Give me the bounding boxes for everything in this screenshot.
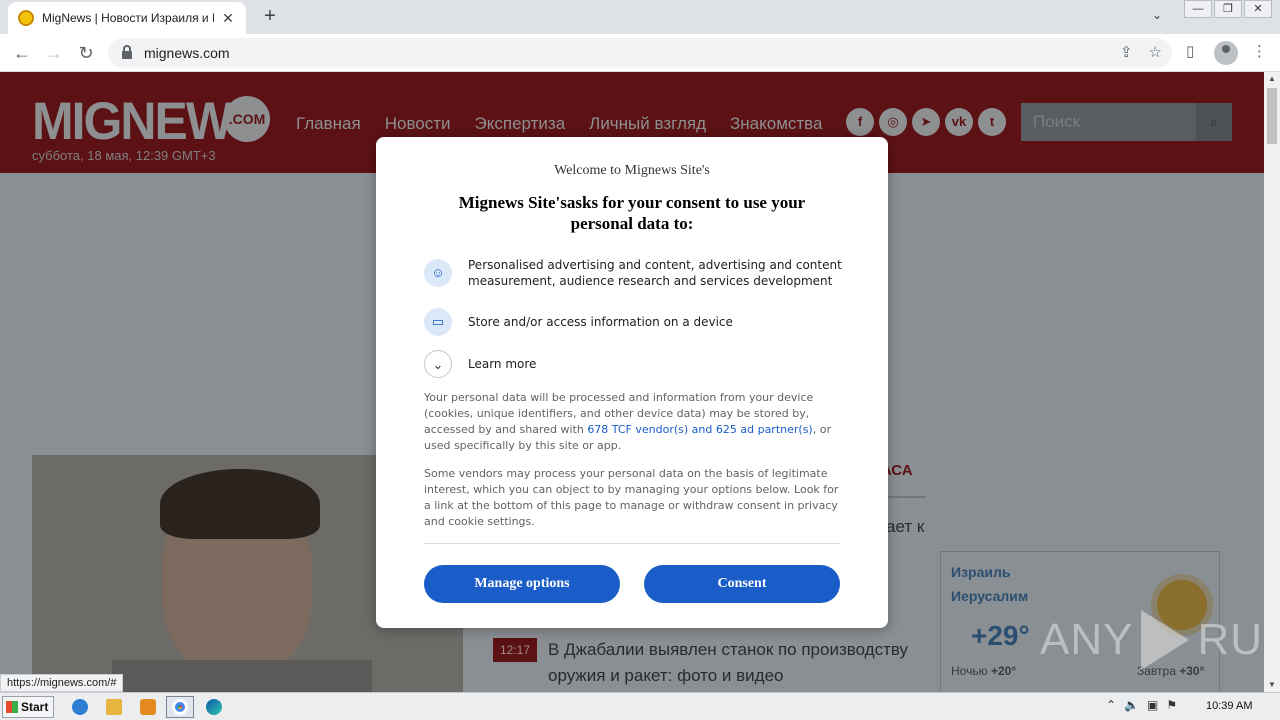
tray-expand-icon[interactable]: ⌃ xyxy=(1106,698,1116,712)
url-text[interactable]: mignews.com xyxy=(144,45,230,61)
nav-item-expertise[interactable]: Экспертиза xyxy=(475,114,566,134)
weather-night-label: Ночью xyxy=(951,664,988,678)
network-icon[interactable]: ▣ xyxy=(1147,698,1158,712)
main-nav: Главная Новости Экспертиза Личный взгляд… xyxy=(296,114,822,134)
taskbar-clock[interactable]: 10:39 AM xyxy=(1206,700,1252,712)
consent-paragraph-2: Some vendors may process your personal d… xyxy=(424,467,839,528)
site-favicon-icon xyxy=(18,10,34,26)
share-icon[interactable]: ⇪ xyxy=(1120,43,1133,61)
consent-dialog: Welcome to Mignews Site's Mignews Site's… xyxy=(376,137,888,628)
news-headline[interactable]: В Джабалии выявлен станок по производств… xyxy=(548,637,928,689)
consent-paragraph-1: Your personal data will be processed and… xyxy=(424,390,842,454)
bookmark-star-icon[interactable]: ☆ xyxy=(1149,43,1162,61)
minimize-icon[interactable]: — xyxy=(1184,0,1212,18)
forward-icon[interactable]: → xyxy=(42,42,66,64)
watermark-right: RUN xyxy=(1197,615,1264,664)
weather-city[interactable]: Иерусалим xyxy=(951,588,1028,604)
play-icon xyxy=(1141,610,1190,670)
ie-icon[interactable] xyxy=(66,696,94,718)
window-close-icon[interactable]: ✕ xyxy=(1244,0,1272,18)
learn-more-link[interactable]: Learn more xyxy=(468,356,536,372)
back-icon[interactable]: ← xyxy=(10,42,34,64)
nav-item-dating[interactable]: Знакомства xyxy=(730,114,822,134)
weather-temperature: +29° xyxy=(971,620,1030,651)
chrome-icon[interactable] xyxy=(166,696,194,718)
purpose-row-storage: ▭ Store and/or access information on a d… xyxy=(424,308,844,336)
weather-country: Израиль xyxy=(951,564,1011,580)
purpose-text: Store and/or access information on a dev… xyxy=(468,315,733,329)
facebook-icon[interactable]: f xyxy=(846,108,874,136)
purpose-text: Personalised advertising and content, ad… xyxy=(468,258,842,288)
person-icon: ☺ xyxy=(424,259,452,287)
reload-icon[interactable]: ↻ xyxy=(74,42,98,64)
side-panel-icon[interactable]: ▯ xyxy=(1186,42,1194,60)
lock-icon[interactable] xyxy=(122,45,132,59)
nav-item-personal-view[interactable]: Личный взгляд xyxy=(589,114,706,134)
search-input[interactable]: Поиск xyxy=(1033,112,1080,132)
watermark-left: ANY xyxy=(1040,615,1134,664)
consent-title: Mignews Site'sasks for your consent to u… xyxy=(458,193,806,233)
consent-button[interactable]: Consent xyxy=(644,565,840,603)
telegram-icon[interactable]: ➤ xyxy=(912,108,940,136)
instagram-icon[interactable]: ◎ xyxy=(879,108,907,136)
consent-welcome: Welcome to Mignews Site's xyxy=(554,163,710,178)
learn-more-row[interactable]: ⌄ Learn more xyxy=(424,350,844,378)
headline-fragment[interactable]: ает к xyxy=(886,517,924,537)
system-tray: ⌃ 🔈 ▣ ⚑ xyxy=(1106,698,1177,712)
address-bar[interactable]: mignews.com ⇪ ☆ xyxy=(108,38,1172,68)
tab-title: MigNews | Новости Израиля и Мира xyxy=(42,11,214,25)
media-player-icon[interactable] xyxy=(134,696,162,718)
twitter-icon[interactable]: t xyxy=(978,108,1006,136)
news-time-badge: 12:17 xyxy=(493,638,537,662)
window-controls: — ❐ ✕ xyxy=(1182,0,1272,20)
site-logo-com: .COM xyxy=(224,96,270,142)
weather-night-temp: +20° xyxy=(990,664,1017,678)
nav-item-news[interactable]: Новости xyxy=(385,114,451,134)
scrollbar-thumb[interactable] xyxy=(1267,88,1277,144)
browser-toolbar: ← → ↻ mignews.com ⇪ ☆ ▯ ⋮ xyxy=(0,34,1280,72)
anyrun-watermark: ANY RUN xyxy=(1040,610,1264,670)
photo-shirt xyxy=(112,660,372,692)
new-tab-button[interactable]: + xyxy=(258,5,282,29)
menu-kebab-icon[interactable]: ⋮ xyxy=(1252,42,1267,60)
vendors-link[interactable]: 678 TCF vendor(s) and 625 ad partner(s) xyxy=(587,423,812,436)
explorer-folder-icon[interactable] xyxy=(100,696,128,718)
volume-icon[interactable]: 🔈 xyxy=(1124,698,1139,712)
vk-icon[interactable]: vk xyxy=(945,108,973,136)
profile-avatar-icon[interactable] xyxy=(1214,41,1238,65)
consent-divider xyxy=(424,543,840,544)
page-scrollbar[interactable]: ▲ ▼ xyxy=(1264,72,1280,692)
current-date: суббота, 18 мая, 12:39 GMT+3 xyxy=(32,148,216,163)
edge-icon[interactable] xyxy=(200,696,228,718)
scroll-up-icon[interactable]: ▲ xyxy=(1264,72,1280,86)
tab-search-chevron-icon[interactable]: ⌄ xyxy=(1152,8,1162,22)
nav-item-home[interactable]: Главная xyxy=(296,114,361,134)
social-links: f ◎ ➤ vk t xyxy=(846,108,1006,136)
photo-hair xyxy=(160,469,320,539)
tab-close-icon[interactable]: ✕ xyxy=(220,10,236,27)
scroll-down-icon[interactable]: ▼ xyxy=(1264,678,1280,692)
device-icon: ▭ xyxy=(424,308,452,336)
tab-strip: MigNews | Новости Израиля и Мира ✕ + ⌄ —… xyxy=(0,0,1280,34)
start-button[interactable]: Start xyxy=(2,696,54,718)
action-center-flag-icon[interactable]: ⚑ xyxy=(1166,698,1177,712)
restore-icon[interactable]: ❐ xyxy=(1214,0,1242,18)
weather-night: Ночью +20° xyxy=(951,664,1016,678)
site-search[interactable]: Поиск ⌕ xyxy=(1021,103,1232,141)
manage-options-button[interactable]: Manage options xyxy=(424,565,620,603)
status-bar-url: https://mignews.com/# xyxy=(0,674,124,692)
browser-tab[interactable]: MigNews | Новости Израиля и Мира ✕ xyxy=(8,2,246,34)
purpose-row-advertising: ☺ Personalised advertising and content, … xyxy=(424,257,844,289)
taskbar: Start ⌃ 🔈 ▣ ⚑ 10:39 AM xyxy=(0,692,1280,720)
search-icon[interactable]: ⌕ xyxy=(1196,103,1232,141)
chevron-down-icon[interactable]: ⌄ xyxy=(424,350,452,378)
